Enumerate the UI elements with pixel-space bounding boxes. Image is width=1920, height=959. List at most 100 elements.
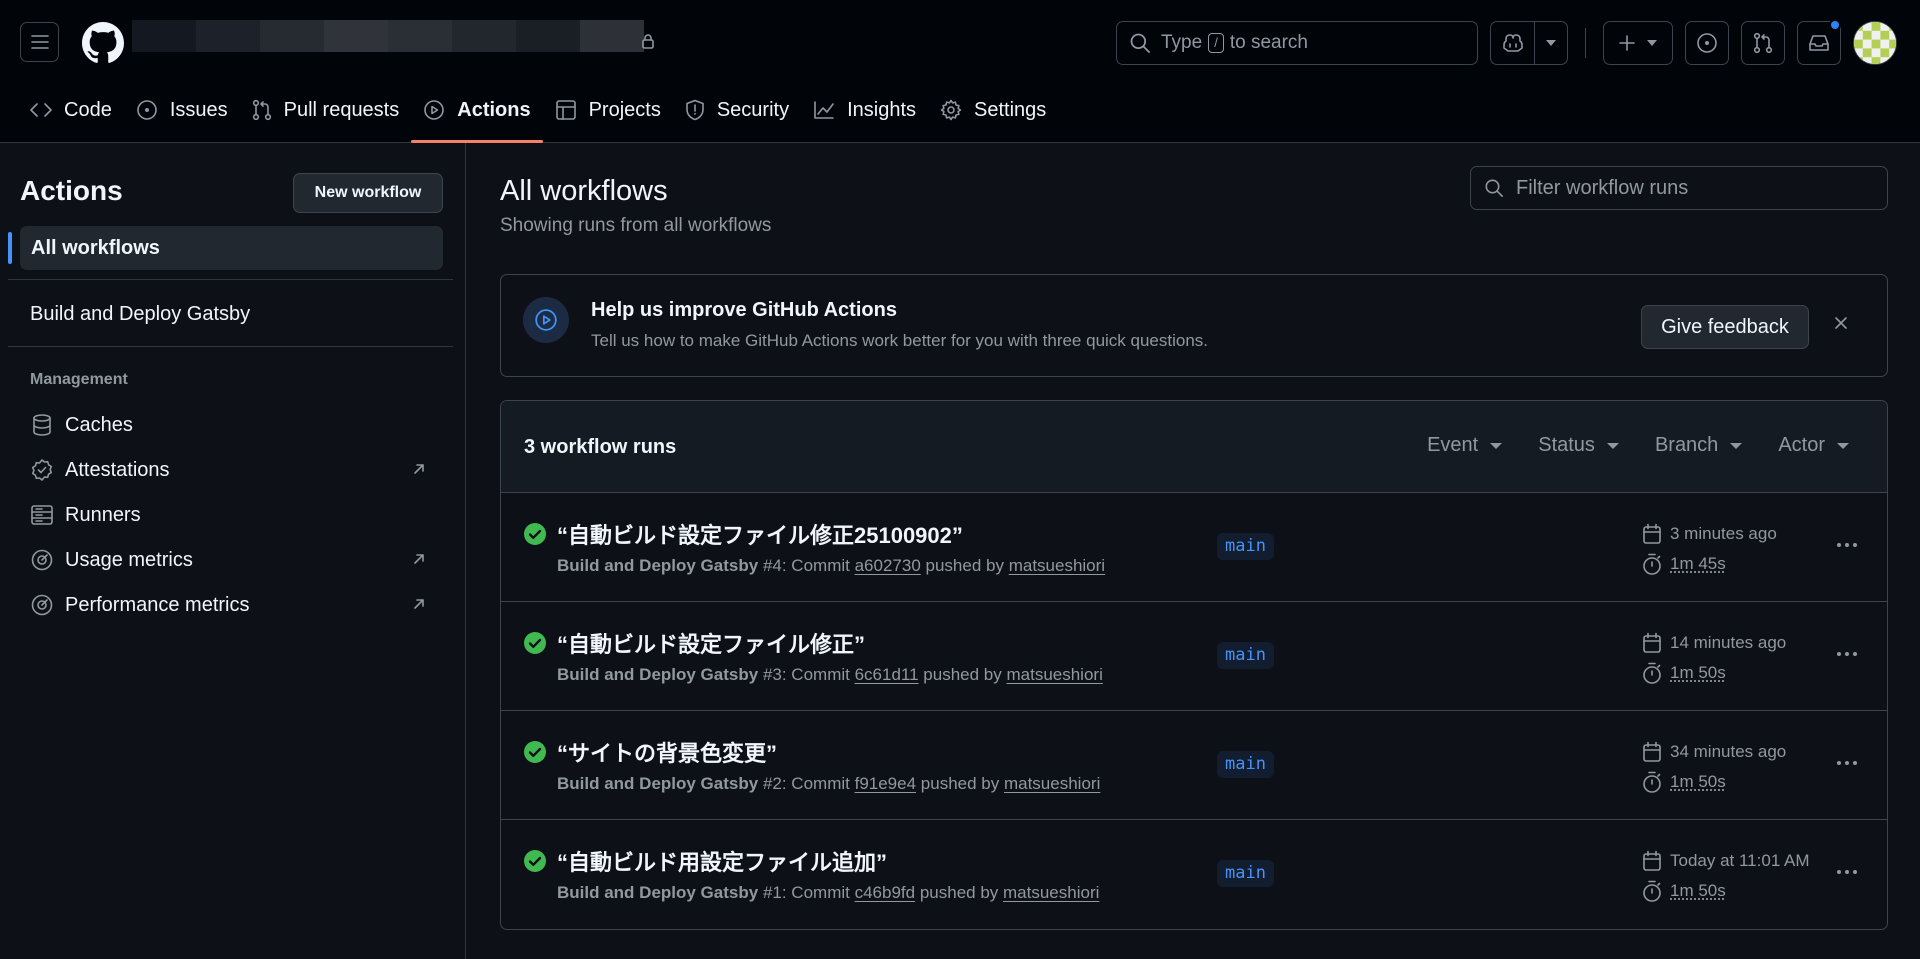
run-timestamp: 14 minutes ago	[1642, 632, 1786, 654]
branch-badge[interactable]: main	[1217, 751, 1274, 778]
check-circle-fill-icon	[524, 741, 546, 763]
filter-workflow-runs-input[interactable]: Filter workflow runs	[1470, 166, 1888, 210]
filter-label: Branch	[1654, 434, 1719, 456]
run-duration: 1m 50s	[1642, 880, 1726, 902]
stopwatch-icon	[1643, 771, 1661, 793]
github-logo-icon[interactable]	[82, 22, 124, 64]
run-meta: Build and Deploy Gatsby #1: Commit c46b9…	[557, 883, 1099, 903]
triangle-down-icon	[1647, 40, 1657, 46]
run-options-button[interactable]	[1835, 860, 1859, 884]
commit-label: : Commit	[781, 774, 850, 793]
filter-status-dropdown[interactable]: Status	[1538, 434, 1619, 457]
commit-link[interactable]: c46b9fd	[855, 883, 916, 902]
issues-button[interactable]	[1685, 21, 1729, 65]
run-meta: Build and Deploy Gatsby #2: Commit f91e9…	[557, 774, 1100, 794]
new-workflow-button[interactable]: New workflow	[293, 173, 443, 213]
kebab-horizontal-icon	[1837, 761, 1857, 765]
run-title-link[interactable]: “サイトの背景色変更”	[557, 736, 777, 768]
tab-insights[interactable]: Insights	[801, 88, 928, 132]
sidebar-divider	[8, 279, 453, 280]
actor-link[interactable]: matsueshiori	[1003, 883, 1099, 902]
play-icon	[424, 100, 445, 120]
tab-issues[interactable]: Issues	[124, 88, 240, 132]
workflow-run-row[interactable]: “自動ビルド設定ファイル修正25100902” Build and Deploy…	[501, 493, 1887, 602]
triangle-down-icon	[1606, 442, 1619, 449]
branch-badge[interactable]: main	[1217, 860, 1274, 887]
sidebar-item-caches[interactable]: Caches	[30, 409, 430, 441]
tab-settings[interactable]: Settings	[928, 88, 1058, 132]
commit-link[interactable]: f91e9e4	[855, 774, 916, 793]
stopwatch-icon	[1643, 880, 1661, 902]
filter-actor-dropdown[interactable]: Actor	[1778, 434, 1849, 457]
tab-projects[interactable]: Projects	[543, 88, 673, 132]
sidebar-item-label: Performance metrics	[65, 593, 250, 616]
management-heading: Management	[30, 371, 128, 388]
calendar-icon	[1643, 632, 1661, 653]
check-circle-fill-icon	[524, 850, 546, 872]
table-icon	[555, 100, 576, 120]
search-prefix: Type	[1161, 32, 1203, 53]
sidebar-item-attestations[interactable]: Attestations	[30, 454, 430, 486]
runs-filters: Event Status Branch Actor	[1427, 434, 1849, 457]
page-title: All workflows	[500, 175, 668, 207]
run-options-button[interactable]	[1835, 533, 1859, 557]
workflow-run-row[interactable]: “サイトの背景色変更” Build and Deploy Gatsby #2: …	[501, 711, 1887, 820]
user-avatar[interactable]	[1853, 21, 1897, 65]
tab-actions[interactable]: Actions	[411, 88, 543, 143]
arrow-up-right-icon	[414, 554, 424, 564]
runs-count: 3 workflow runs	[524, 436, 677, 458]
tab-label: Code	[64, 98, 112, 121]
copilot-dropdown[interactable]	[1535, 40, 1567, 46]
workflow-run-row[interactable]: “自動ビルド用設定ファイル追加” Build and Deploy Gatsby…	[501, 820, 1887, 929]
tab-pull-requests[interactable]: Pull requests	[240, 88, 412, 132]
branch-badge[interactable]: main	[1217, 533, 1274, 560]
tab-security[interactable]: Security	[673, 88, 801, 132]
copilot-button-group[interactable]	[1490, 21, 1568, 65]
sidebar-item-all-workflows[interactable]: All workflows	[20, 226, 443, 270]
inbox-icon	[1809, 35, 1829, 51]
create-new-button[interactable]	[1603, 21, 1673, 65]
issue-icon	[137, 100, 157, 120]
sidebar-item-workflow[interactable]: Build and Deploy Gatsby	[30, 303, 250, 326]
verified-icon	[31, 459, 53, 481]
sidebar-item-runners[interactable]: Runners	[30, 499, 430, 531]
run-time-ago: 14 minutes ago	[1670, 633, 1787, 652]
global-search-input[interactable]: Type / to search	[1116, 21, 1478, 65]
run-options-button[interactable]	[1835, 751, 1859, 775]
filter-branch-dropdown[interactable]: Branch	[1654, 434, 1743, 457]
pushed-by-label: pushed by	[925, 556, 1004, 575]
run-options-button[interactable]	[1835, 642, 1859, 666]
tab-code[interactable]: Code	[18, 88, 124, 132]
tab-label: Security	[716, 98, 790, 121]
run-title-link[interactable]: “自動ビルド設定ファイル修正”	[557, 627, 865, 659]
stopwatch-icon	[1643, 553, 1661, 575]
meter-icon	[31, 594, 53, 616]
run-duration-value: 1m 50s	[1670, 881, 1726, 900]
run-timestamp: 3 minutes ago	[1642, 523, 1777, 545]
commit-link[interactable]: a602730	[855, 556, 921, 575]
triangle-down-icon	[1490, 442, 1503, 449]
global-header: Type / to search Code Issues Pull reques…	[0, 0, 1920, 143]
tab-label: Pull requests	[283, 98, 400, 121]
dismiss-banner-button[interactable]	[1833, 315, 1849, 331]
commit-link[interactable]: 6c61d11	[855, 665, 919, 684]
menu-button[interactable]	[20, 22, 59, 62]
filter-event-dropdown[interactable]: Event	[1427, 434, 1503, 457]
repository-breadcrumb-redacted[interactable]	[132, 20, 644, 52]
actor-link[interactable]: matsueshiori	[1004, 774, 1100, 793]
workflow-name: Build and Deploy Gatsby	[557, 556, 759, 575]
copilot-button[interactable]	[1491, 33, 1534, 53]
sidebar-item-usage-metrics[interactable]: Usage metrics	[30, 544, 430, 576]
search-shortcut-key: /	[1208, 33, 1224, 53]
actor-link[interactable]: matsueshiori	[1009, 556, 1105, 575]
actor-link[interactable]: matsueshiori	[1006, 665, 1102, 684]
sidebar-item-label: Caches	[65, 413, 133, 436]
give-feedback-button[interactable]: Give feedback	[1641, 305, 1809, 349]
workflow-run-row[interactable]: “自動ビルド設定ファイル修正” Build and Deploy Gatsby …	[501, 602, 1887, 711]
run-title-link[interactable]: “自動ビルド用設定ファイル追加”	[557, 845, 887, 877]
pull-requests-button[interactable]	[1741, 21, 1785, 65]
run-title-link[interactable]: “自動ビルド設定ファイル修正25100902”	[557, 518, 963, 550]
sidebar-item-label: Attestations	[65, 458, 170, 481]
sidebar-item-performance-metrics[interactable]: Performance metrics	[30, 589, 430, 621]
branch-badge[interactable]: main	[1217, 642, 1274, 669]
